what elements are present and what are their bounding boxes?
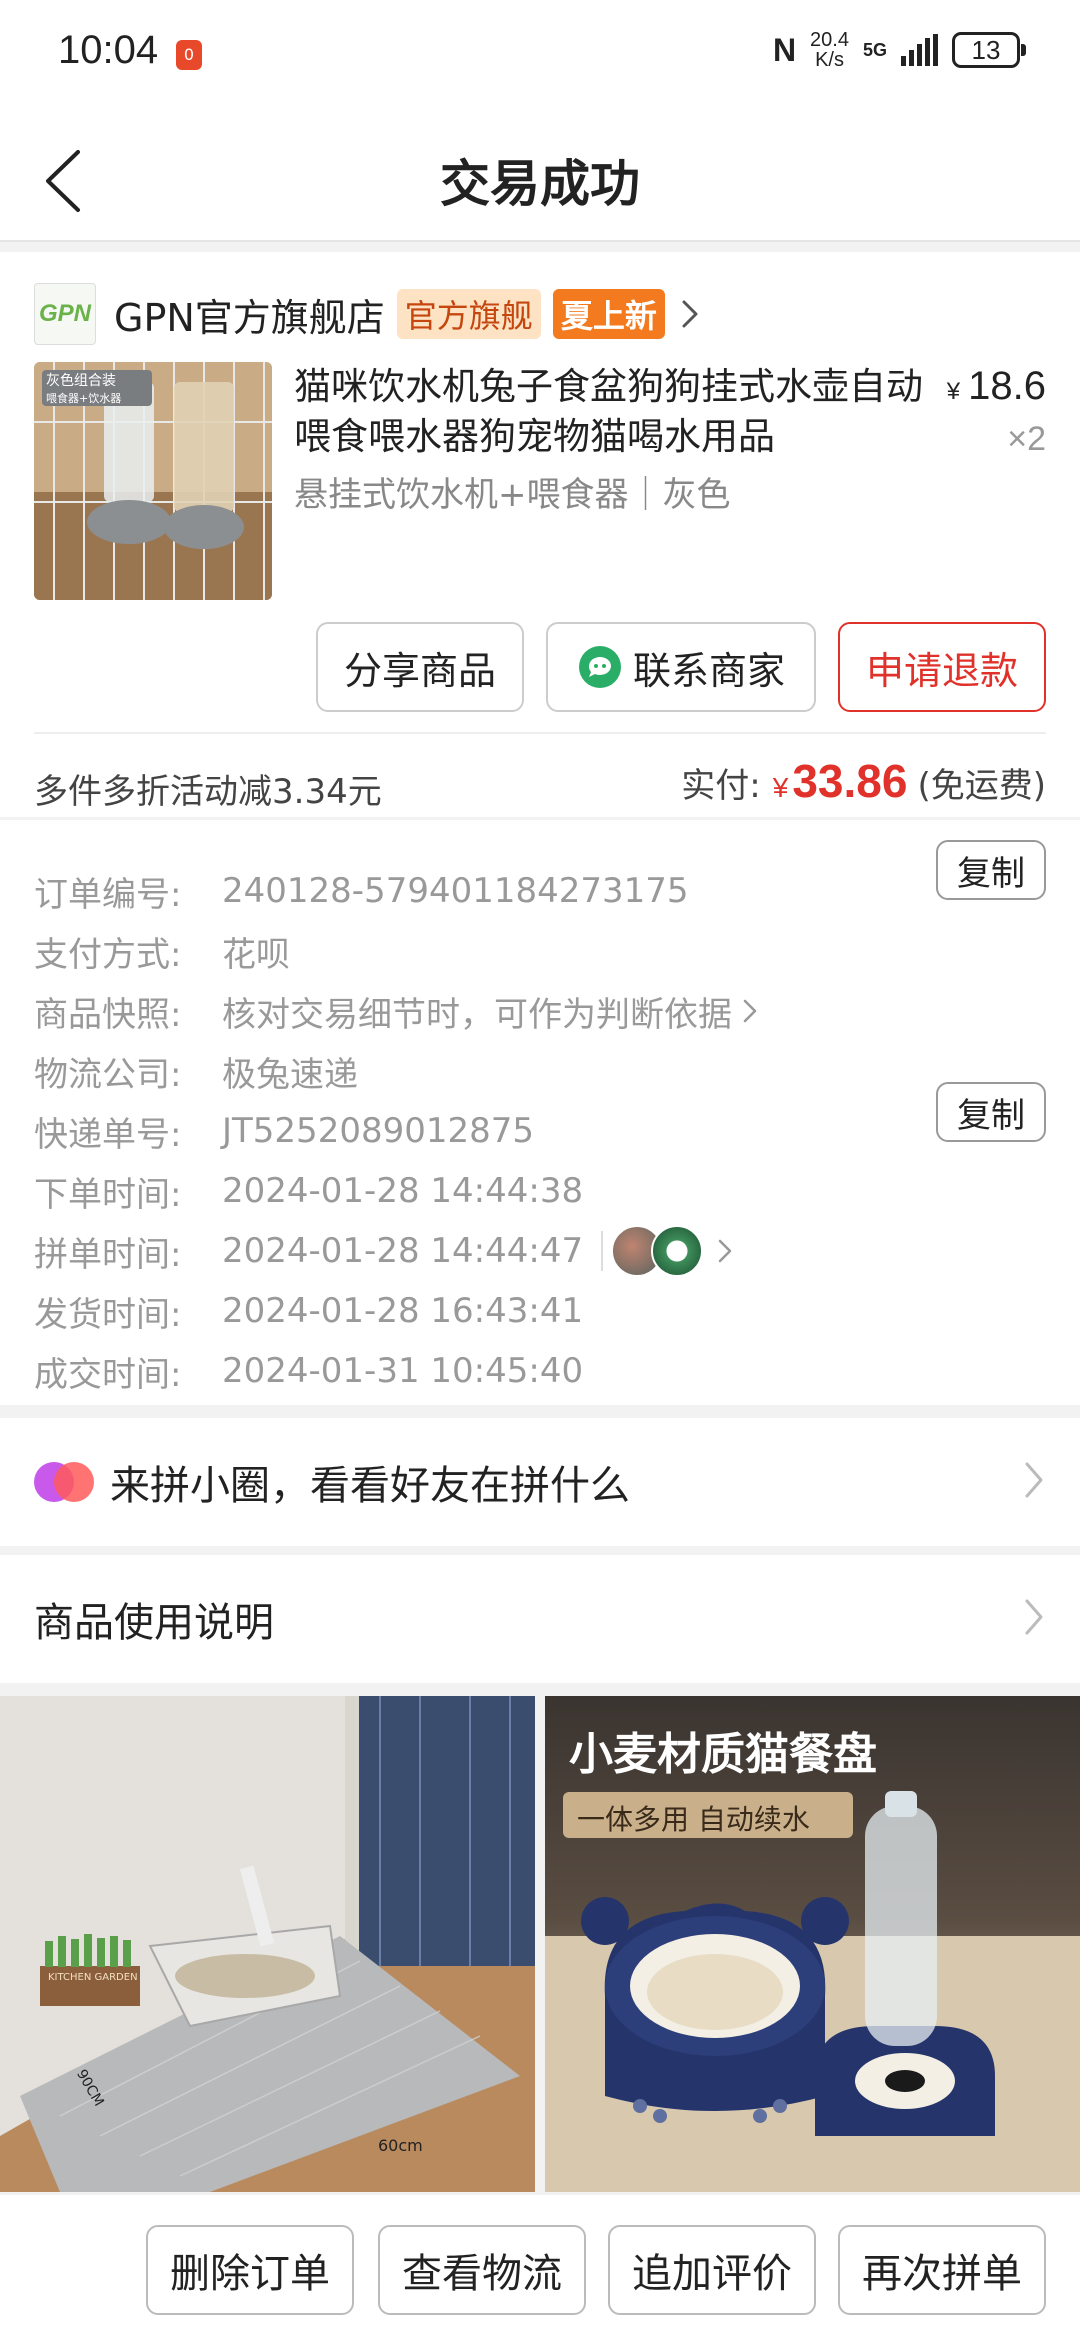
refund-label: 申请退款 bbox=[865, 648, 1018, 693]
recommended-product-cat-bowl[interactable]: 小麦材质猫餐盘 一体多用 自动续水 bbox=[545, 1696, 1080, 2192]
price-value: 18.6 bbox=[968, 364, 1046, 408]
chevron-right-icon bbox=[1025, 1462, 1043, 1498]
shop-logo: GPN bbox=[34, 283, 96, 345]
chevron-right-icon bbox=[718, 1239, 732, 1263]
nav-bar: 交易成功 bbox=[0, 110, 1080, 242]
currency-symbol: ¥ bbox=[946, 378, 961, 405]
paid-currency: ¥ bbox=[772, 772, 789, 803]
friend-circle-link[interactable]: 来拼小圈，看看好友在拼什么 bbox=[0, 1418, 1080, 1546]
chevron-right-icon bbox=[682, 300, 698, 328]
shop-header[interactable]: GPN GPN官方旗舰店 官方旗舰 夏上新 bbox=[34, 282, 701, 346]
signal-icon bbox=[901, 34, 938, 66]
paid-label: 实付: bbox=[681, 766, 761, 806]
status-bar: 10:04 0 N 20.4 K/s 5G 13 bbox=[0, 0, 1080, 110]
friend-circle-label: 来拼小圈，看看好友在拼什么 bbox=[110, 1463, 630, 1509]
product-manual-link[interactable]: 商品使用说明 bbox=[0, 1555, 1080, 1683]
product-price: ¥18.6 bbox=[947, 364, 1046, 409]
detail-label: 下单时间: bbox=[34, 1174, 182, 1215]
product-spec: 悬挂式饮水机+喂食器｜灰色 bbox=[294, 475, 731, 515]
payment-method-row: 支付方式: 花呗 bbox=[34, 926, 290, 976]
detail-label: 成交时间: bbox=[34, 1354, 182, 1395]
notification-icon: 0 bbox=[176, 40, 202, 70]
view-logistics-button[interactable]: 查看物流 bbox=[378, 2225, 586, 2315]
product-manual-label: 商品使用说明 bbox=[34, 1600, 274, 1646]
speed-unit: K/s bbox=[815, 49, 844, 71]
payment-method: 花呗 bbox=[222, 934, 290, 975]
image-badge-line2: 喂食器+饮水器 bbox=[46, 392, 122, 405]
contact-merchant-button[interactable]: 联系商家 bbox=[546, 622, 816, 712]
detail-label: 快递单号: bbox=[34, 1114, 182, 1155]
page-title: 交易成功 bbox=[440, 155, 640, 213]
logistics-company-row: 物流公司: 极兔速递 bbox=[34, 1046, 358, 1096]
snapshot-row[interactable]: 商品快照: 核对交易细节时，可作为判断依据 bbox=[34, 986, 760, 1036]
order-time-row: 下单时间: 2024-01-28 14:44:38 bbox=[34, 1166, 583, 1216]
copy-tracking-number-button[interactable]: 复制 bbox=[936, 1082, 1046, 1142]
status-time: 10:04 bbox=[58, 28, 159, 72]
shop-name: GPN官方旗舰店 bbox=[114, 295, 385, 340]
avatar bbox=[651, 1225, 704, 1277]
reorder-label: 再次拼单 bbox=[862, 2251, 1022, 2297]
order-details: 订单编号: 240128-579401184273175 复制 支付方式: 花呗… bbox=[0, 820, 1080, 1405]
add-review-button[interactable]: 追加评价 bbox=[608, 2225, 816, 2315]
circle-icon bbox=[34, 1462, 94, 1502]
group-avatars bbox=[601, 1225, 704, 1277]
detail-label: 拼单时间: bbox=[34, 1234, 182, 1275]
paid-amount-row: 实付: ¥33.86 (免运费) bbox=[681, 754, 1046, 808]
chat-icon bbox=[578, 646, 621, 688]
ship-time-row: 发货时间: 2024-01-28 16:43:41 bbox=[34, 1286, 583, 1336]
order-number-row: 订单编号: 240128-579401184273175 bbox=[34, 866, 689, 916]
share-product-button[interactable]: 分享商品 bbox=[316, 622, 524, 712]
logistics-company: 极兔速递 bbox=[222, 1054, 358, 1095]
group-time-row[interactable]: 拼单时间: 2024-01-28 14:44:47 bbox=[34, 1225, 735, 1277]
product-photo bbox=[0, 1696, 535, 2192]
image-badge-line1: 灰色组合装 bbox=[46, 373, 116, 389]
share-label: 分享商品 bbox=[343, 648, 496, 693]
ship-time: 2024-01-28 16:43:41 bbox=[222, 1291, 584, 1331]
view-logistics-label: 查看物流 bbox=[402, 2251, 562, 2297]
delete-order-label: 删除订单 bbox=[170, 2251, 330, 2297]
product-quantity: ×2 bbox=[1007, 420, 1046, 458]
add-review-label: 追加评价 bbox=[632, 2251, 792, 2297]
chevron-right-icon bbox=[1025, 1599, 1043, 1635]
battery-icon: 13 bbox=[952, 32, 1026, 68]
shipping-note: (免运费) bbox=[917, 766, 1046, 806]
recommended-product-litter-mat[interactable]: KITCHEN GARDEN 90CM 60cm bbox=[0, 1696, 535, 2192]
order-time: 2024-01-28 14:44:38 bbox=[222, 1171, 584, 1211]
paid-value: 33.86 bbox=[792, 755, 908, 807]
network-type: 5G bbox=[862, 39, 887, 60]
new-arrival-tag: 夏上新 bbox=[552, 289, 665, 339]
copy-order-number-button[interactable]: 复制 bbox=[936, 840, 1046, 900]
chevron-right-icon bbox=[743, 999, 757, 1023]
order-number: 240128-579401184273175 bbox=[222, 871, 689, 911]
paid-amount: ¥33.86 bbox=[773, 754, 908, 808]
contact-label: 联系商家 bbox=[632, 648, 785, 693]
promo-subtitle: 一体多用 自动续水 bbox=[577, 1803, 810, 1836]
detail-label: 发货时间: bbox=[34, 1294, 182, 1335]
detail-label: 订单编号: bbox=[34, 874, 182, 915]
deal-time-row: 成交时间: 2024-01-31 10:45:40 bbox=[34, 1346, 583, 1396]
speed-value: 20.4 bbox=[810, 29, 849, 51]
group-time: 2024-01-28 14:44:47 bbox=[222, 1231, 584, 1271]
discount-text: 多件多折活动减3.34元 bbox=[34, 772, 382, 812]
network-speed: 20.4 K/s bbox=[810, 30, 849, 70]
snapshot-link: 核对交易细节时，可作为判断依据 bbox=[222, 994, 732, 1035]
reorder-button[interactable]: 再次拼单 bbox=[838, 2225, 1046, 2315]
request-refund-button[interactable]: 申请退款 bbox=[838, 622, 1046, 712]
official-tag: 官方旗舰 bbox=[396, 289, 541, 339]
detail-label: 商品快照: bbox=[34, 994, 182, 1035]
brand-label: KITCHEN GARDEN bbox=[48, 1972, 138, 1983]
promo-title: 小麦材质猫餐盘 bbox=[569, 1729, 877, 1780]
product-image[interactable]: 灰色组合装 喂食器+饮水器 bbox=[34, 362, 272, 600]
detail-label: 物流公司: bbox=[34, 1054, 182, 1095]
nfc-icon: N bbox=[772, 31, 797, 68]
product-title[interactable]: 猫咪饮水机兔子食盆狗狗挂式水壶自动喂食喂水器狗宠物猫喝水用品 bbox=[294, 362, 924, 462]
status-indicators: N 20.4 K/s 5G 13 bbox=[772, 30, 1026, 70]
deal-time: 2024-01-31 10:45:40 bbox=[222, 1351, 584, 1391]
tracking-number: JT5252089012875 bbox=[222, 1111, 535, 1151]
delete-order-button[interactable]: 删除订单 bbox=[146, 2225, 354, 2315]
mat-width-label: 60cm bbox=[378, 2136, 423, 2155]
detail-label: 支付方式: bbox=[34, 934, 182, 975]
tracking-number-row: 快递单号: JT5252089012875 bbox=[34, 1106, 534, 1156]
bottom-action-bar: 删除订单 查看物流 追加评价 再次拼单 bbox=[0, 2195, 1080, 2340]
